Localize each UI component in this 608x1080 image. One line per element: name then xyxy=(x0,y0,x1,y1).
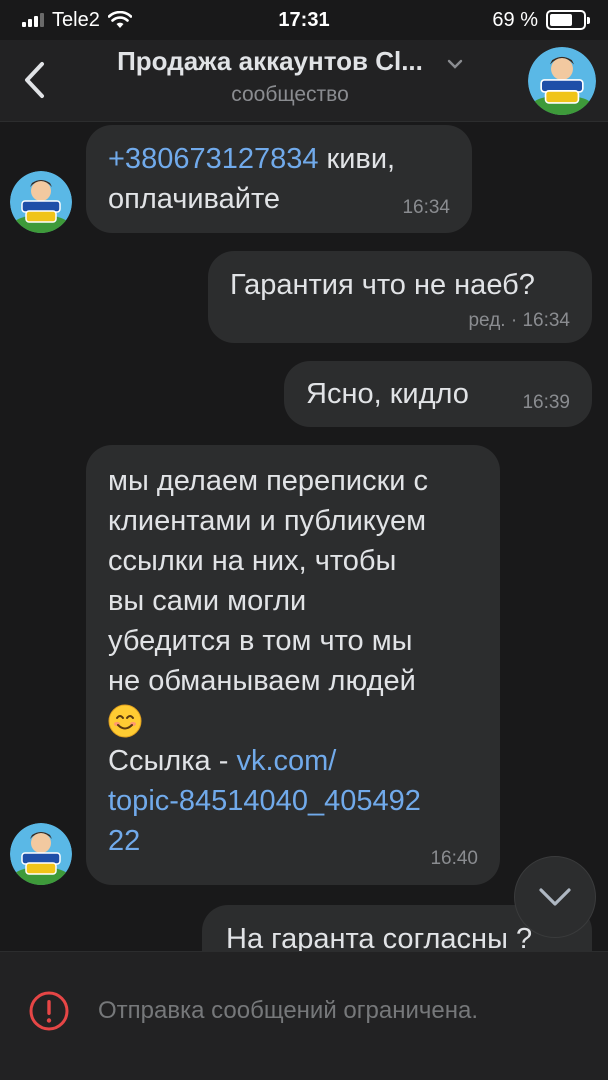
carrier-name: Tele2 xyxy=(52,8,100,31)
back-button[interactable] xyxy=(12,54,56,106)
warning-icon xyxy=(29,991,69,1031)
phone-link[interactable]: +380673127834 xyxy=(108,143,318,175)
message-time: 16:34 xyxy=(402,197,450,218)
smiling-face-icon xyxy=(108,704,142,738)
sender-avatar[interactable] xyxy=(10,823,72,885)
message-text-line: не обманываем людей xyxy=(108,665,416,697)
message-text: Гарантия что не наеб? xyxy=(230,269,535,301)
chevron-down-icon xyxy=(447,59,463,69)
link-prefix: Ссылка - xyxy=(108,745,237,777)
message-text-line: клиентами и публикуем xyxy=(108,505,427,537)
message-text: киви, xyxy=(318,143,396,175)
message-bubble-outgoing[interactable]: Ясно, кидло 16:39 xyxy=(284,361,592,427)
clash-mix-logo xyxy=(10,171,72,233)
battery-percent: 69 % xyxy=(492,8,538,31)
status-bar: Tele2 17:31 69 % xyxy=(0,0,608,40)
message-text: На гаранта согласны ? xyxy=(226,923,533,951)
message-text-line: вы сами могли xyxy=(108,585,307,617)
message-text-line: убедится в том что мы xyxy=(108,625,413,657)
signal-icon xyxy=(22,13,44,27)
smile-emoji xyxy=(108,701,478,741)
message-time: 16:39 xyxy=(522,392,570,413)
message-text-line: мы делаем переписки с xyxy=(108,465,429,497)
community-avatar[interactable] xyxy=(528,47,596,115)
message-text-line: ссылки на них, чтобы xyxy=(108,545,397,577)
chevron-left-icon xyxy=(25,62,44,98)
battery-level xyxy=(550,14,573,26)
scroll-to-bottom-button[interactable] xyxy=(514,856,596,938)
restriction-message: Отправка сообщений ограничена. xyxy=(98,997,478,1024)
message-time: 16:40 xyxy=(430,848,478,869)
clash-mix-logo xyxy=(528,47,596,115)
composer-restricted: Отправка сообщений ограничена. xyxy=(0,951,608,1080)
message-edited-time: ред. · 16:34 xyxy=(468,310,570,331)
battery-info: 69 % xyxy=(492,8,590,32)
carrier-info: Tele2 xyxy=(22,9,132,32)
message-bubble[interactable]: +380673127834 киви, оплачивайте 16:34 xyxy=(86,125,472,233)
wifi-icon xyxy=(107,11,132,28)
vk-link[interactable]: topic-84514040_405492 xyxy=(108,781,478,821)
sender-avatar[interactable] xyxy=(10,171,72,233)
message-bubble-outgoing[interactable]: Гарантия что не наеб? ред. · 16:34 xyxy=(208,251,592,343)
battery-icon xyxy=(546,10,590,30)
vk-link[interactable]: vk.com/ xyxy=(236,745,336,777)
vk-link[interactable]: 22 xyxy=(108,821,478,861)
clash-mix-logo xyxy=(10,823,72,885)
message-text: оплачивайте xyxy=(108,183,281,215)
message-list[interactable]: +380673127834 киви, оплачивайте 16:34 Га… xyxy=(0,123,608,951)
chevron-down-icon xyxy=(539,888,571,906)
chat-subtitle: сообщество xyxy=(231,83,349,106)
chat-header: Продажа аккаунтов Cl... сообщество xyxy=(0,40,608,122)
message-bubble[interactable]: мы делаем переписки с клиентами и публик… xyxy=(86,445,500,885)
chat-title-block[interactable]: Продажа аккаунтов Cl... сообщество xyxy=(80,46,500,107)
chat-title: Продажа аккаунтов Cl... xyxy=(117,46,423,76)
